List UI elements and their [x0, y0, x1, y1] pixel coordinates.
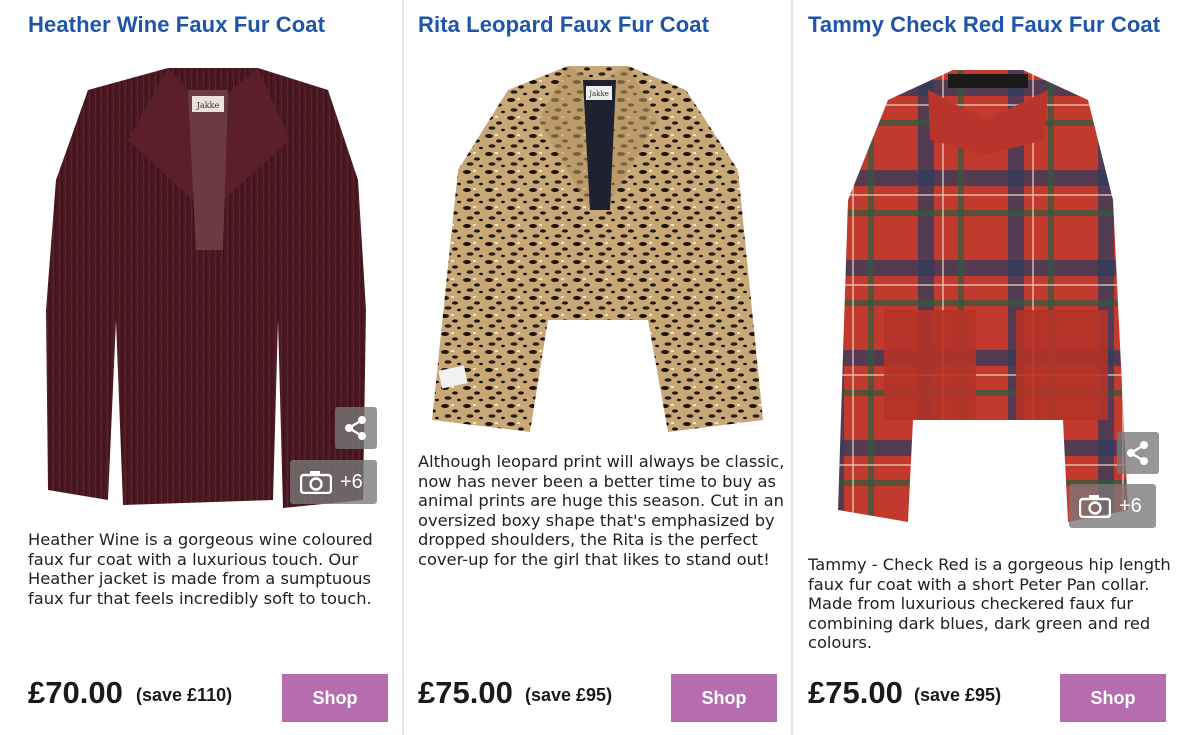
shop-button[interactable]: Shop: [282, 674, 388, 722]
price: £75.00: [418, 675, 513, 710]
save-amount: (save £95): [914, 685, 1002, 705]
price: £70.00: [28, 675, 123, 710]
gallery-button[interactable]: +6: [290, 460, 377, 504]
share-icon: [345, 416, 366, 440]
description-line: combining dark blues, dark green and red: [808, 613, 1151, 633]
description-line: Heather Wine is a gorgeous wine coloured: [28, 530, 373, 549]
description-line: Tammy - Check Red is a gorgeous hip leng…: [808, 555, 1171, 574]
photo-count: +6: [340, 470, 363, 493]
description-line: oversized boxy shape that's emphasized b…: [418, 510, 775, 530]
product-description: Heather Wine is a gorgeous wine coloured…: [28, 530, 390, 608]
product-title[interactable]: Tammy Check Red Faux Fur Coat: [808, 12, 1170, 38]
product-title[interactable]: Heather Wine Faux Fur Coat: [28, 12, 390, 38]
svg-text:Jakke: Jakke: [196, 101, 220, 110]
product-image[interactable]: Jakke +6: [28, 60, 390, 515]
save-amount: (save £110): [136, 685, 233, 705]
description-line: Heather jacket is made from a sumptuous: [28, 569, 371, 589]
camera-icon: [1079, 495, 1111, 518]
shop-button[interactable]: Shop: [671, 674, 777, 722]
description-line: faux fur coat with a short Peter Pan col…: [808, 574, 1150, 594]
description-line: dropped shoulders, the Rita is the perfe…: [418, 530, 758, 550]
price-row: £75.00 (save £95) Shop: [418, 674, 780, 722]
price-row: £70.00 (save £110) Shop: [28, 674, 390, 722]
description-line: Made from luxurious checkered faux fur: [808, 594, 1134, 614]
camera-icon: [300, 471, 332, 494]
column-divider: [402, 0, 404, 735]
description-line: now has never been a better time to buy …: [418, 471, 777, 491]
description-line: cover-up for the girl that likes to stan…: [418, 549, 770, 569]
description-line: faux fur coat with a luxurious touch. Ou…: [28, 549, 359, 569]
product-card-heather: Heather Wine Faux Fur Coat Jakke +6 Heat…: [28, 0, 390, 735]
price-row: £75.00 (save £95) Shop: [808, 674, 1170, 722]
svg-text:Jakke: Jakke: [588, 90, 609, 98]
price: £75.00: [808, 675, 903, 710]
product-image[interactable]: Jakke: [418, 60, 780, 440]
share-icon: [1127, 441, 1148, 465]
product-card-rita: Rita Leopard Faux Fur Coat Jakke Althoug…: [418, 0, 785, 735]
share-button[interactable]: [335, 407, 377, 449]
description-line: Although leopard print will always be cl…: [418, 452, 785, 471]
share-button[interactable]: [1117, 432, 1159, 474]
photo-count: +6: [1119, 494, 1142, 517]
product-description: Tammy - Check Red is a gorgeous hip leng…: [808, 555, 1171, 653]
product-description: Although leopard print will always be cl…: [418, 452, 785, 570]
product-grid: Heather Wine Faux Fur Coat Jakke +6 Heat…: [0, 0, 1200, 735]
description-line: colours.: [808, 633, 873, 653]
description-line: faux fur that feels incredibly soft to t…: [28, 588, 372, 608]
gallery-button[interactable]: +6: [1069, 484, 1156, 528]
product-card-tammy: Tammy Check Red Faux Fur Coat +6 Tammy -…: [808, 0, 1171, 735]
product-image[interactable]: +6: [808, 60, 1170, 540]
shop-button[interactable]: Shop: [1060, 674, 1166, 722]
column-divider: [791, 0, 793, 735]
description-line: animal prints are huge this season. Cut …: [418, 491, 784, 511]
product-title[interactable]: Rita Leopard Faux Fur Coat: [418, 12, 780, 38]
save-amount: (save £95): [525, 685, 613, 705]
